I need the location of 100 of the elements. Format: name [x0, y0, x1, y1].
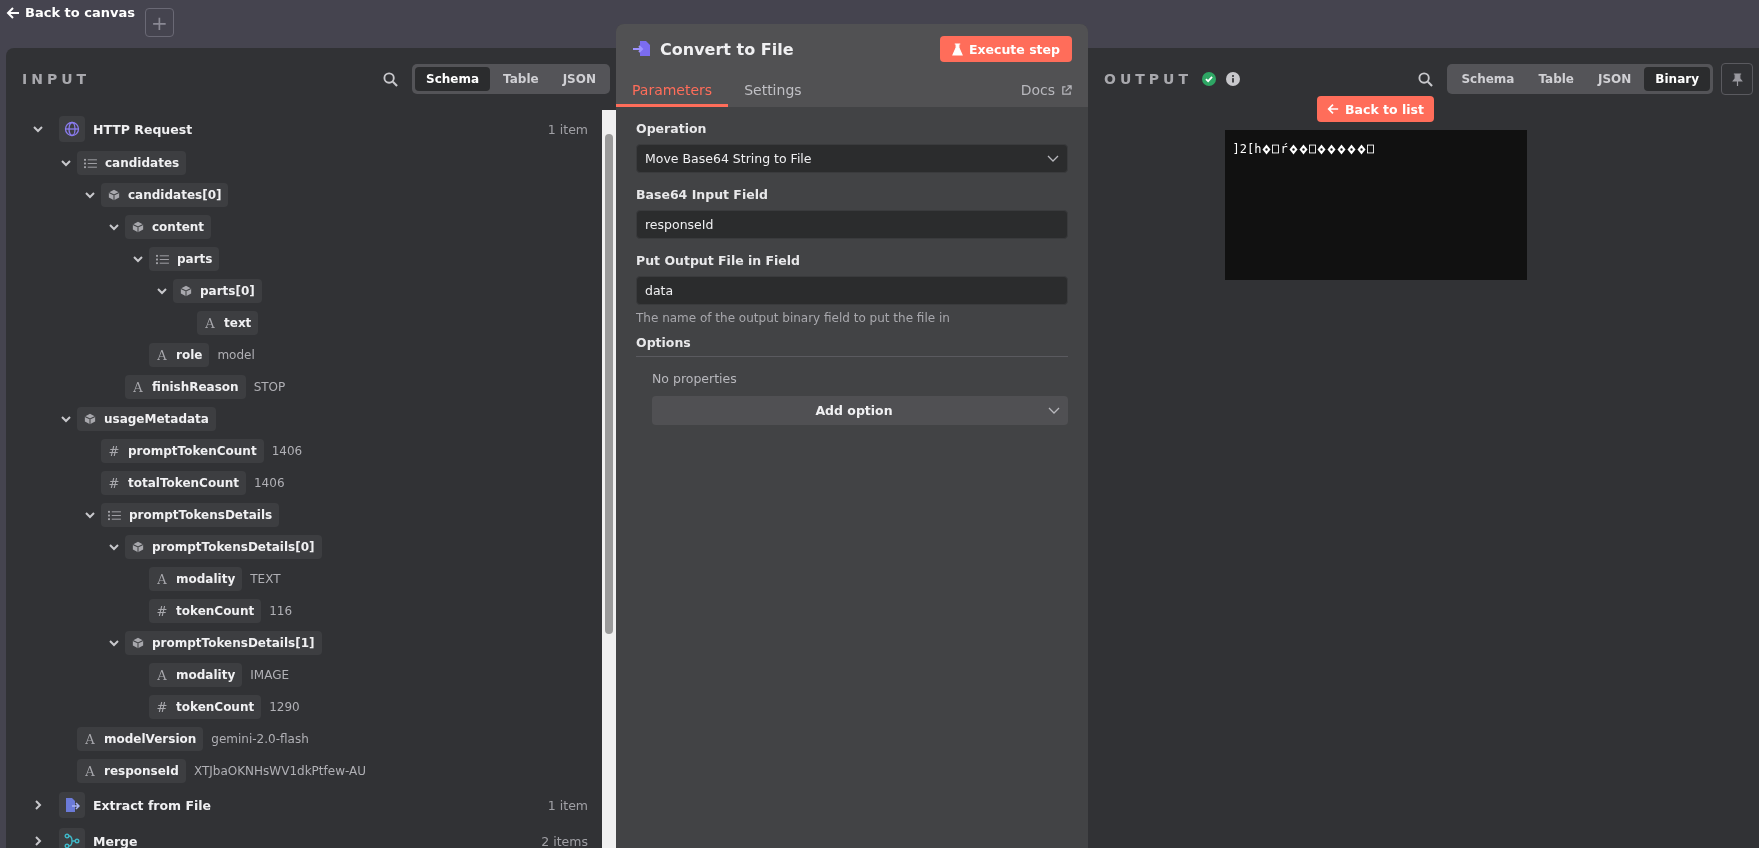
field-value: IMAGE — [250, 668, 289, 682]
node-title: Convert to File — [660, 39, 795, 59]
field-name-tag[interactable]: A modelVersion — [77, 727, 204, 751]
control-byte-icon — [1308, 144, 1316, 154]
field-value: XTJbaOKNHsWV1dkPtfew-AU — [193, 764, 367, 778]
panel-title: INPUT — [22, 71, 92, 87]
parameter-label: Operation — [636, 121, 708, 136]
chevron-down-icon[interactable] — [60, 157, 72, 169]
cube-icon — [132, 221, 144, 233]
field-value: 1290 — [269, 700, 300, 714]
view-tab[interactable]: Schema — [415, 67, 491, 91]
back-to-canvas-button[interactable]: Back to canvas — [6, 3, 135, 22]
invalid-byte-icon — [1288, 143, 1298, 155]
invalid-byte-icon — [1356, 143, 1366, 155]
field-name-tag[interactable]: # promptTokenCount — [101, 439, 264, 463]
scrollbar[interactable] — [602, 110, 616, 848]
chevron-down-icon[interactable] — [156, 285, 168, 297]
invalid-byte-icon — [1346, 143, 1356, 155]
field-value: gemini-2.0-flash — [211, 732, 309, 746]
field-name-tag[interactable]: promptTokensDetails — [101, 503, 280, 527]
field-name-tag[interactable]: A role — [149, 343, 210, 367]
field-name-tag[interactable]: parts[0] — [173, 279, 262, 303]
chevron-down-icon[interactable] — [108, 541, 120, 553]
chevron-down-icon — [1047, 154, 1059, 163]
field-name-tag[interactable]: A modality — [149, 663, 243, 687]
add-option-button[interactable]: Add option — [652, 396, 1068, 425]
invalid-byte-icon — [1326, 143, 1336, 155]
search-icon[interactable] — [1418, 71, 1434, 87]
field-name-tag[interactable]: candidates[0] — [101, 183, 229, 207]
field-value: model — [217, 348, 255, 362]
field-name-tag[interactable]: # totalTokenCount — [101, 471, 246, 495]
chevron-down-icon[interactable] — [132, 253, 144, 265]
view-tab[interactable]: Table — [492, 67, 550, 91]
search-icon[interactable] — [383, 71, 398, 87]
cube-icon — [180, 285, 192, 297]
flask-icon — [951, 42, 963, 56]
control-byte-icon — [1366, 144, 1374, 154]
field-name-tag[interactable]: A responseId — [77, 759, 186, 783]
item-count: 1 item — [547, 121, 588, 137]
field-name-tag[interactable]: A modality — [149, 567, 243, 591]
list-icon — [156, 253, 169, 265]
binary-text: ]2[h — [1232, 142, 1262, 156]
chevron-right-icon[interactable] — [32, 835, 44, 847]
field-name-tag[interactable]: content — [125, 215, 212, 239]
node-name[interactable]: Extract from File — [93, 797, 548, 813]
field-name-tag[interactable]: A finishReason — [125, 375, 246, 399]
parameter-label: Base64 Input Field — [636, 187, 769, 202]
list-icon — [108, 509, 121, 521]
view-tab[interactable]: Table — [1527, 67, 1585, 91]
input-field[interactable]: responseId — [636, 210, 1068, 239]
field-value: 1406 — [254, 476, 285, 490]
cube-icon — [132, 541, 144, 553]
file-arrow-icon — [632, 40, 652, 58]
chevron-right-icon[interactable] — [32, 799, 44, 811]
view-tab[interactable]: Binary — [1644, 67, 1710, 91]
operation-dropdown[interactable]: Move Base64 String to File — [636, 144, 1068, 173]
item-count: 1 item — [547, 797, 588, 813]
field-name-tag[interactable]: A text — [197, 311, 259, 335]
globe-icon — [59, 116, 85, 142]
view-tab[interactable]: Schema — [1450, 67, 1526, 91]
view-tab[interactable]: JSON — [551, 67, 607, 91]
field-value: 116 — [269, 604, 293, 618]
field-name-tag[interactable]: promptTokensDetails[0] — [125, 535, 322, 559]
parameter-label: Put Output File in Field — [636, 253, 802, 268]
settings-tab[interactable]: Settings — [728, 82, 818, 107]
chevron-down-icon[interactable] — [32, 123, 44, 135]
field-name-tag[interactable]: # tokenCount — [149, 599, 262, 623]
input-field[interactable]: data — [636, 276, 1068, 305]
info-icon[interactable] — [1226, 72, 1240, 86]
field-name-tag[interactable]: # tokenCount — [149, 695, 262, 719]
item-count: 2 items — [541, 833, 588, 848]
chevron-down-icon — [1048, 406, 1060, 415]
cube-icon — [108, 189, 120, 201]
chevron-down-icon[interactable] — [108, 221, 120, 233]
field-name-tag[interactable]: candidates — [77, 151, 187, 175]
chevron-down-icon[interactable] — [60, 413, 72, 425]
arrow-left-icon — [6, 5, 20, 20]
pin-button[interactable] — [1721, 63, 1753, 95]
docs-link[interactable]: Docs — [1020, 82, 1072, 107]
cube-icon — [84, 413, 96, 425]
cube-icon — [132, 637, 144, 649]
field-value: 1406 — [271, 444, 303, 458]
node-name[interactable]: Merge — [93, 833, 542, 848]
chevron-down-icon[interactable] — [84, 189, 96, 201]
node-name[interactable]: HTTP Request — [93, 121, 548, 137]
options-heading: Options — [636, 335, 1068, 357]
field-name-tag[interactable]: parts — [149, 247, 220, 271]
field-hint: The name of the output binary field to put the file in — [636, 311, 951, 325]
view-tab[interactable]: JSON — [1587, 67, 1643, 91]
field-name-tag[interactable]: usageMetadata — [77, 407, 216, 431]
field-name-tag[interactable]: promptTokensDetails[1] — [125, 631, 322, 655]
chevron-down-icon[interactable] — [84, 509, 96, 521]
chevron-down-icon[interactable] — [108, 637, 120, 649]
invalid-byte-icon — [1316, 143, 1326, 155]
field-value: STOP — [253, 380, 286, 394]
empty-options-text: No properties — [652, 371, 738, 386]
pin-icon — [1731, 72, 1743, 86]
external-link-icon — [1061, 84, 1072, 96]
field-value: TEXT — [250, 572, 281, 586]
success-check-icon — [1202, 72, 1216, 86]
